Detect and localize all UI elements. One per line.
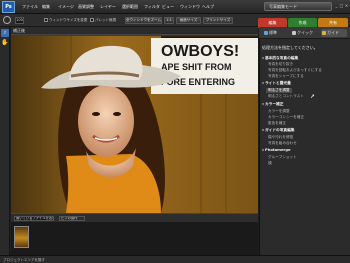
project-bin-bar: 開いているファイルを表示 ビンの操作 <box>11 213 258 222</box>
menu-file[interactable]: ファイル <box>22 4 38 10</box>
print-size-button[interactable]: プリントサイズ <box>203 17 233 24</box>
app-logo: Ps <box>2 1 15 13</box>
guided-item-skin-tone[interactable]: 肌色を補正 <box>268 121 286 126</box>
bin-show-dropdown[interactable]: 開いているファイルを表示 <box>14 216 54 221</box>
sign-line-1: OWBOYS! <box>161 43 239 60</box>
tab-quick-edit[interactable]: クイック <box>291 29 319 37</box>
toolbox: ⌕ ✋ <box>0 27 10 255</box>
section-photomerge[interactable]: Photomerge <box>262 148 290 152</box>
bin-options-button[interactable]: ビンの操作 <box>59 216 85 221</box>
menu-help[interactable]: ヘルプ <box>202 4 214 10</box>
full-edit-icon <box>264 31 268 35</box>
quick-edit-icon <box>292 31 296 35</box>
actual-pixels-button[interactable]: 1:1 <box>164 17 174 24</box>
mouse-cursor-icon: ➚ <box>310 93 316 100</box>
menu-enhance[interactable]: 画質調整 <box>78 4 94 10</box>
guided-item-sharpen[interactable]: 写真をシャープにする <box>268 74 304 79</box>
section-guided-photo-edit[interactable]: ガイドの写真編集 <box>262 128 295 133</box>
hide-project-bin-link[interactable]: プロジェクトエリアを隠す <box>3 258 45 263</box>
section-basic-edit[interactable]: 基本的な写真の編集 <box>262 56 298 61</box>
menu-edit[interactable]: 編集 <box>42 4 50 10</box>
guided-item-brightness-contrast[interactable]: 明るさとコントラスト <box>268 94 304 99</box>
section-color-correction[interactable]: カラー補正 <box>262 102 283 107</box>
section-lighting[interactable]: ライトと露光量 <box>262 81 291 86</box>
mode-dropdown-button[interactable]: 写真編集モード <box>264 2 332 11</box>
panel-instruction: 処理方法を指定してください。 <box>262 45 318 50</box>
photo-canvas[interactable]: OWBOYS! APE SHIT FROM FORE ENTERING <box>11 36 258 213</box>
ignore-palettes-checkbox[interactable]: パレット無視 <box>90 18 116 23</box>
menu-bar: Ps ファイル 編集 イメージ 画質調整 レイヤー 選択範囲 フィルタ ビュー … <box>0 0 350 14</box>
document-title: 補正後 <box>13 28 25 33</box>
hand-tool-icon[interactable]: ✋ <box>1 39 9 47</box>
tab-guided-edit[interactable]: ガイド <box>321 29 347 37</box>
document-header: 補正後 <box>11 27 258 35</box>
menu-image[interactable]: イメージ <box>58 4 74 10</box>
guided-item-adjust-color[interactable]: カラーを調整 <box>268 109 290 114</box>
guided-item-group-shot[interactable]: グループショット <box>268 155 297 160</box>
panel-tabs: 標準 クイック ガイド <box>259 27 350 39</box>
zoom-value-field[interactable]: 100 <box>15 17 24 24</box>
guided-item-rotate[interactable]: 写真を回転およびまっすぐにする <box>268 68 322 73</box>
sign-line-2: APE SHIT FROM <box>161 62 232 72</box>
close-icon[interactable]: × <box>344 3 349 9</box>
guided-item-color-cast[interactable]: カラーコンシーを補正 <box>268 115 304 120</box>
guided-item-fix-scratches[interactable]: 傷や汚れを修復 <box>268 135 293 140</box>
menu-select[interactable]: 選択範囲 <box>122 4 138 10</box>
menu-window[interactable]: ウィンドウ <box>180 4 200 10</box>
menu-layer[interactable]: レイヤー <box>100 4 116 10</box>
fit-screen-button[interactable]: 画面サイズ <box>176 17 201 24</box>
photo-thumbnail[interactable] <box>14 226 29 248</box>
status-bar: プロジェクトエリアを隠す <box>0 255 350 263</box>
menu-view[interactable]: ビュー <box>162 4 174 10</box>
tab-full-edit[interactable]: 標準 <box>263 29 289 37</box>
guided-item-lighten-darken[interactable]: 明るさを調整 <box>266 88 292 93</box>
menu-filter[interactable]: フィルタ <box>144 4 160 10</box>
guided-item-crop[interactable]: 写真を切り抜き <box>268 62 293 67</box>
options-bar: 100 ウィンドウサイズを変更 パレット無視 全ウィンドウをズーム 1:1 画面… <box>0 14 350 28</box>
guided-item-faces[interactable]: 顔 <box>268 161 272 166</box>
guided-edit-icon <box>322 31 326 35</box>
resize-window-checkbox[interactable]: ウィンドウサイズを変更 <box>44 18 87 23</box>
zoom-all-windows-button[interactable]: 全ウィンドウをズーム <box>125 17 162 24</box>
project-bin <box>11 222 258 255</box>
zoom-tool-icon <box>3 16 11 24</box>
guided-item-combine-photos[interactable]: 写真を組み合わせ <box>268 141 297 146</box>
zoom-tool-icon[interactable]: ⌕ <box>1 29 9 37</box>
